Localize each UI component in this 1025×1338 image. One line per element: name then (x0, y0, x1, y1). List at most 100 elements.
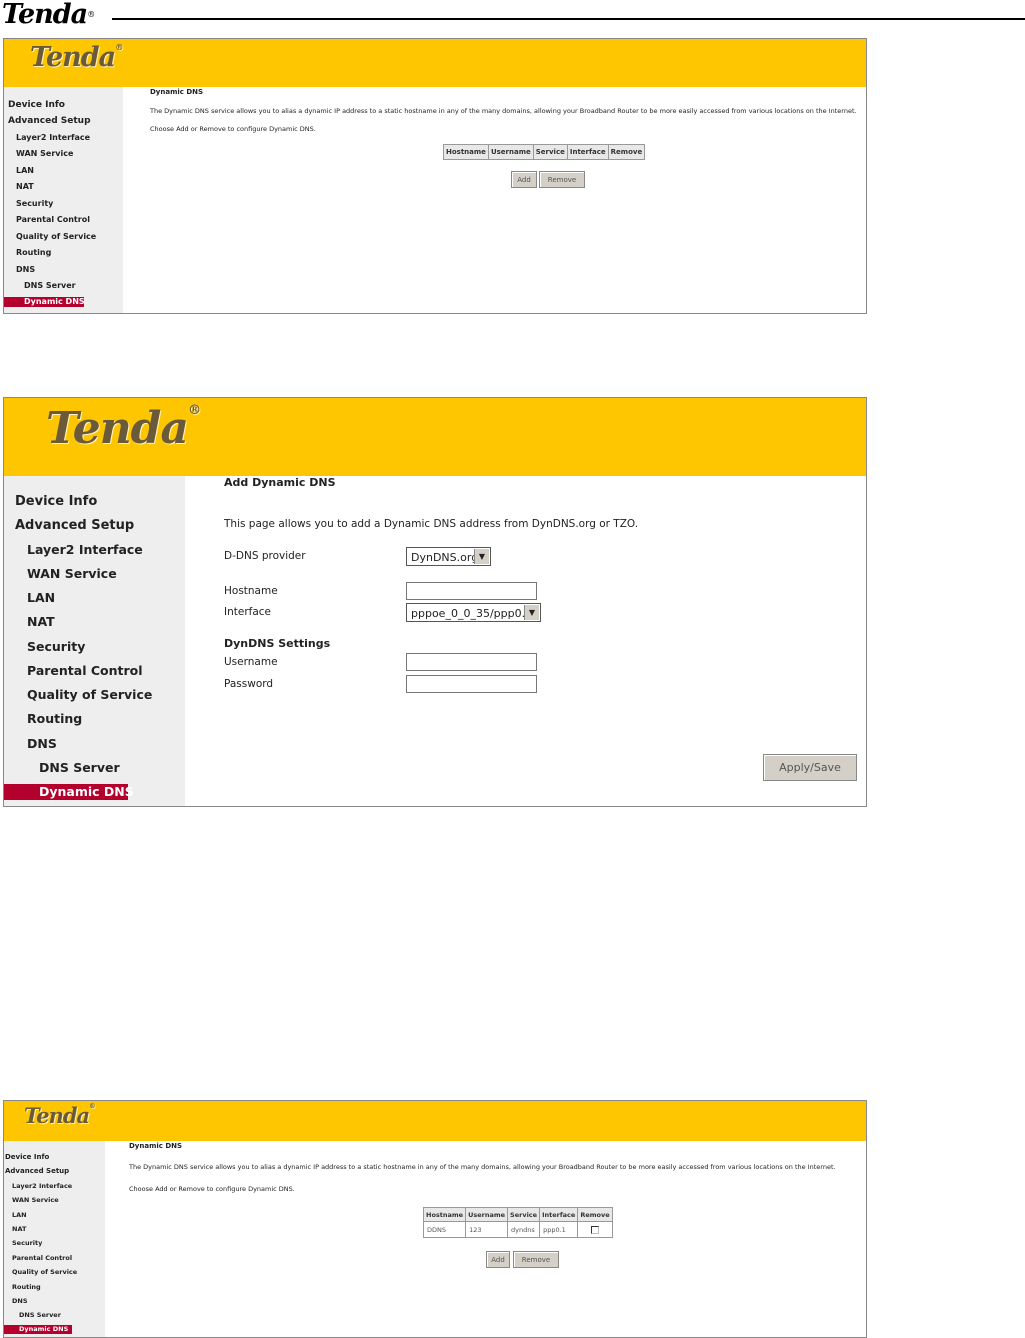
nav-layer2-interface[interactable]: Layer2 Interface (27, 542, 143, 557)
nav-layer2-interface[interactable]: Layer2 Interface (16, 133, 90, 142)
cell-interface: ppp0.1 (539, 1221, 579, 1238)
page-hint: Choose Add or Remove to configure Dynami… (150, 125, 316, 133)
nav-advanced-setup[interactable]: Advanced Setup (15, 518, 134, 533)
sidebar: Device Info Advanced Setup Layer2 Interf… (4, 1141, 105, 1337)
screenshot-dynamic-dns-list: Tenda® Device Info Advanced Setup Layer2… (3, 38, 867, 314)
password-input[interactable] (406, 675, 537, 693)
sidebar: Device Info Advanced Setup Layer2 Interf… (4, 476, 185, 806)
add-button[interactable]: Add (511, 171, 537, 188)
chevron-down-icon[interactable]: ▼ (474, 549, 489, 564)
col-username: Username (487, 144, 534, 160)
cell-username: 123 (465, 1221, 509, 1238)
nav-dynamic-dns[interactable]: Dynamic DNS (4, 297, 85, 307)
page-description: This page allows you to add a Dynamic DN… (224, 518, 639, 530)
nav-layer2-interface[interactable]: Layer2 Interface (12, 1182, 72, 1190)
page-title: Dynamic DNS (129, 1142, 183, 1150)
nav-nat[interactable]: NAT (12, 1225, 26, 1233)
page-title: Dynamic DNS (150, 88, 204, 96)
nav-parental-control[interactable]: Parental Control (12, 1254, 72, 1262)
header-rule (112, 18, 1025, 20)
nav-dns-server[interactable]: DNS Server (19, 1311, 61, 1319)
tenda-logo: Tenda® (24, 1103, 95, 1128)
hostname-input[interactable] (406, 582, 537, 600)
nav-advanced-setup[interactable]: Advanced Setup (8, 116, 91, 126)
nav-routing[interactable]: Routing (27, 711, 82, 726)
nav-quality-of-service[interactable]: Quality of Service (16, 232, 96, 241)
top-banner: Tenda® (4, 39, 866, 87)
nav-quality-of-service[interactable]: Quality of Service (27, 687, 152, 702)
nav-routing[interactable]: Routing (16, 248, 51, 257)
nav-device-info[interactable]: Device Info (5, 1153, 49, 1161)
nav-dns-server[interactable]: DNS Server (24, 281, 76, 290)
nav-routing[interactable]: Routing (12, 1283, 41, 1291)
nav-security[interactable]: Security (16, 199, 53, 208)
col-service: Service (532, 144, 568, 160)
screenshot-dynamic-dns-with-entry: Tenda® Device Info Advanced Setup Layer2… (3, 1100, 867, 1338)
interface-select[interactable]: pppoe_0_0_35/ppp0.1 ▼ (406, 603, 541, 622)
screenshot-add-dynamic-dns: Tenda® Device Info Advanced Setup Layer2… (3, 397, 867, 807)
password-label: Password (224, 678, 274, 690)
remove-checkbox[interactable] (590, 1225, 599, 1234)
nav-parental-control[interactable]: Parental Control (16, 215, 90, 224)
remove-button[interactable]: Remove (513, 1251, 559, 1268)
interface-label: Interface (224, 606, 272, 618)
nav-dns[interactable]: DNS (12, 1297, 28, 1305)
apply-save-button[interactable]: Apply/Save (763, 754, 857, 781)
nav-security[interactable]: Security (27, 639, 85, 654)
nav-nat[interactable]: NAT (16, 182, 34, 191)
interface-value: pppoe_0_0_35/ppp0.1 (411, 607, 533, 620)
col-remove: Remove (577, 1207, 613, 1222)
dns-table: Hostname Username Service Interface Remo… (422, 1207, 613, 1238)
remove-button[interactable]: Remove (539, 171, 585, 188)
hostname-label: Hostname (224, 585, 278, 597)
nav-wan-service[interactable]: WAN Service (27, 566, 117, 581)
document-brand-logo: Tenda® (2, 0, 95, 30)
provider-label: D-DNS provider (224, 550, 306, 562)
tenda-logo: Tenda® (46, 403, 201, 454)
nav-wan-service[interactable]: WAN Service (16, 149, 73, 158)
cell-service: dyndns (507, 1221, 541, 1238)
content-area: Add Dynamic DNS This page allows you to … (185, 476, 866, 806)
chevron-down-icon[interactable]: ▼ (524, 605, 539, 620)
col-hostname: Hostname (443, 144, 489, 160)
page-description: The Dynamic DNS service allows you to al… (150, 107, 857, 115)
nav-dynamic-dns[interactable]: Dynamic DNS (4, 1325, 72, 1334)
top-banner: Tenda® (4, 398, 866, 476)
nav-advanced-setup[interactable]: Advanced Setup (5, 1167, 69, 1175)
nav-device-info[interactable]: Device Info (15, 494, 97, 509)
dyndns-settings-title: DynDNS Settings (224, 637, 331, 650)
nav-device-info[interactable]: Device Info (8, 100, 65, 110)
nav-lan[interactable]: LAN (12, 1211, 27, 1219)
nav-wan-service[interactable]: WAN Service (12, 1196, 59, 1204)
nav-lan[interactable]: LAN (16, 166, 34, 175)
tenda-logo: Tenda® (30, 42, 123, 73)
nav-nat[interactable]: NAT (27, 614, 55, 629)
page-title: Add Dynamic DNS (224, 476, 336, 489)
add-button[interactable]: Add (486, 1251, 510, 1268)
nav-quality-of-service[interactable]: Quality of Service (12, 1268, 77, 1276)
nav-dns[interactable]: DNS (16, 265, 35, 274)
provider-select[interactable]: DynDNS.org ▼ (406, 547, 491, 566)
username-label: Username (224, 656, 278, 668)
col-service: Service (507, 1207, 541, 1222)
content-area: Dynamic DNS The Dynamic DNS service allo… (123, 87, 866, 313)
col-username: Username (465, 1207, 509, 1222)
cell-remove (577, 1221, 613, 1238)
col-hostname: Hostname (422, 1207, 467, 1222)
provider-value: DynDNS.org (411, 551, 479, 564)
nav-parental-control[interactable]: Parental Control (27, 663, 143, 678)
nav-dns-server[interactable]: DNS Server (39, 760, 120, 775)
nav-security[interactable]: Security (12, 1239, 42, 1247)
table-row: DDNS 123 dyndns ppp0.1 (422, 1221, 613, 1238)
top-banner: Tenda® (4, 1101, 866, 1141)
content-area: Dynamic DNS The Dynamic DNS service allo… (105, 1141, 866, 1337)
nav-lan[interactable]: LAN (27, 590, 55, 605)
nav-dynamic-dns[interactable]: Dynamic DNS (4, 784, 134, 800)
page-description: The Dynamic DNS service allows you to al… (129, 1163, 836, 1171)
nav-dns[interactable]: DNS (27, 736, 57, 751)
col-interface: Interface (566, 144, 609, 160)
cell-hostname: DDNS (422, 1221, 467, 1238)
col-remove: Remove (607, 144, 646, 160)
dns-table: Hostname Username Service Interface Remo… (443, 144, 646, 160)
username-input[interactable] (406, 653, 537, 671)
